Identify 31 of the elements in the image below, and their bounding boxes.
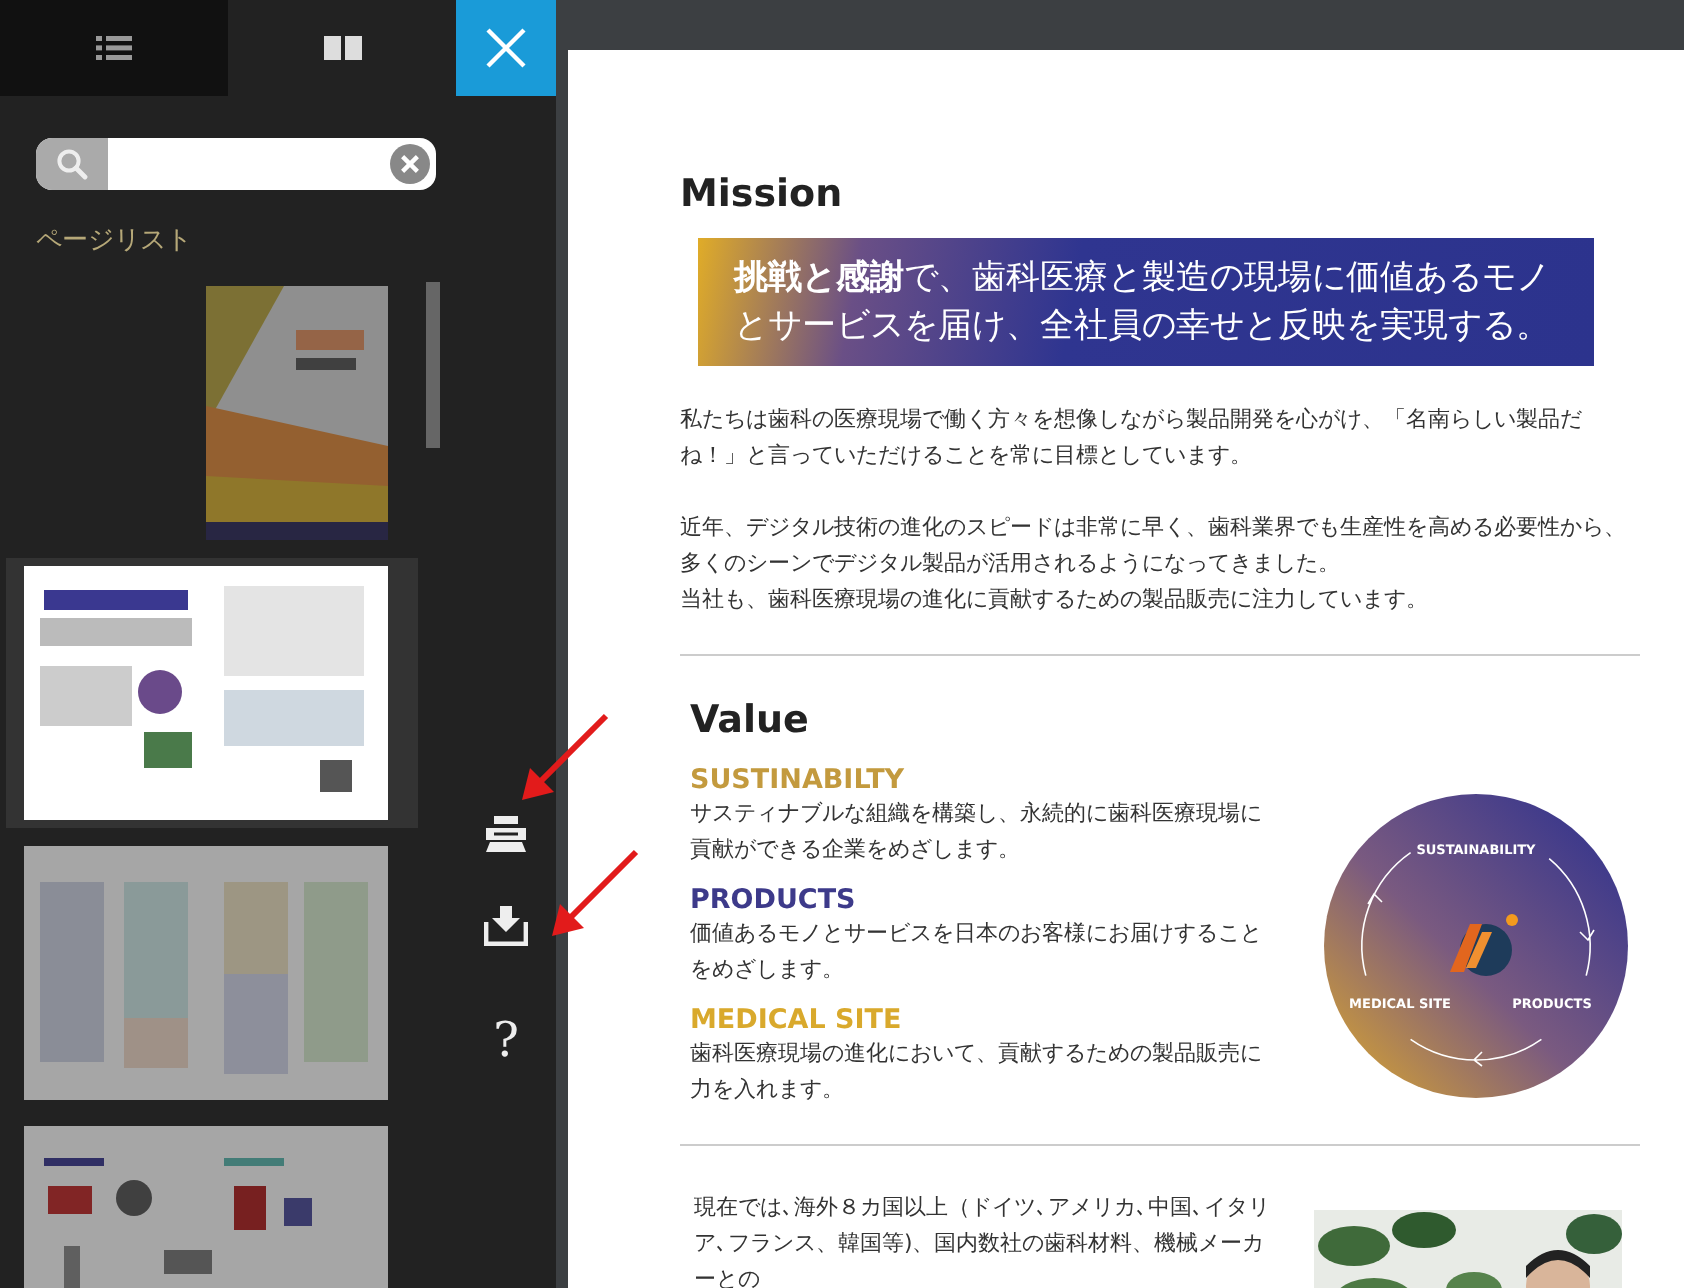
pages-icon bbox=[323, 36, 361, 60]
section-heading: Mission bbox=[680, 170, 845, 218]
search-icon bbox=[56, 148, 88, 180]
close-button[interactable] bbox=[456, 0, 556, 96]
paragraph: 私たちは歯科の医療現場で働く方々を想像しながら製品開発を心がけ、「名南らしい製品だね！」と言っていただけることを常に目標としています。 bbox=[680, 404, 1584, 472]
annotation-arrow bbox=[518, 712, 610, 804]
list-icon bbox=[96, 36, 132, 60]
close-icon bbox=[486, 28, 526, 68]
help-button[interactable]: ? bbox=[493, 1012, 519, 1068]
mission-banner: 挑戦と感謝で、歯科医療と製造の現場に価値あるモノとサービスを届け、全社員の幸せと反映を実現する。 bbox=[698, 238, 1594, 366]
value-title: MEDICAL SITE bbox=[690, 1004, 904, 1036]
value-description: サスティナブルな組織を構築し、永続的に歯科医療現場に貢献ができる企業をめざします。 bbox=[690, 798, 1264, 866]
download-button[interactable] bbox=[484, 906, 528, 946]
value-title: SUSTINABILTY bbox=[690, 764, 907, 796]
logo-icon bbox=[1450, 914, 1518, 976]
download-icon bbox=[484, 906, 528, 946]
scrollbar-thumb[interactable] bbox=[426, 282, 440, 448]
paragraph: 当社も、歯科医療現場の進化に貢献するための製品販売に注力しています。 bbox=[680, 584, 1430, 616]
value-title: PRODUCTS bbox=[690, 884, 858, 916]
page-thumbnail[interactable] bbox=[6, 558, 418, 828]
print-button[interactable] bbox=[484, 816, 528, 852]
search-field[interactable] bbox=[36, 138, 436, 190]
section-heading: Value bbox=[690, 696, 811, 744]
value-description: 歯科医療現場の進化において、貢献するための製品販売に力を入れます。 bbox=[690, 1038, 1264, 1106]
annotation-arrow bbox=[548, 848, 640, 940]
value-description: 価値あるモノとサービスを日本のお客様にお届けすることをめざします。 bbox=[690, 918, 1264, 986]
page-list-label: ページリスト bbox=[36, 226, 194, 258]
paragraph: 近年、デジタル技術の進化のスピードは非常に早く、歯科業界でも生産性を高める必要性から、多くのシーンでデジタル製品が活用されるようになってきました。 bbox=[680, 512, 1628, 580]
print-icon bbox=[484, 816, 528, 852]
list-view-tab[interactable] bbox=[0, 0, 228, 96]
clear-icon[interactable] bbox=[390, 144, 430, 184]
